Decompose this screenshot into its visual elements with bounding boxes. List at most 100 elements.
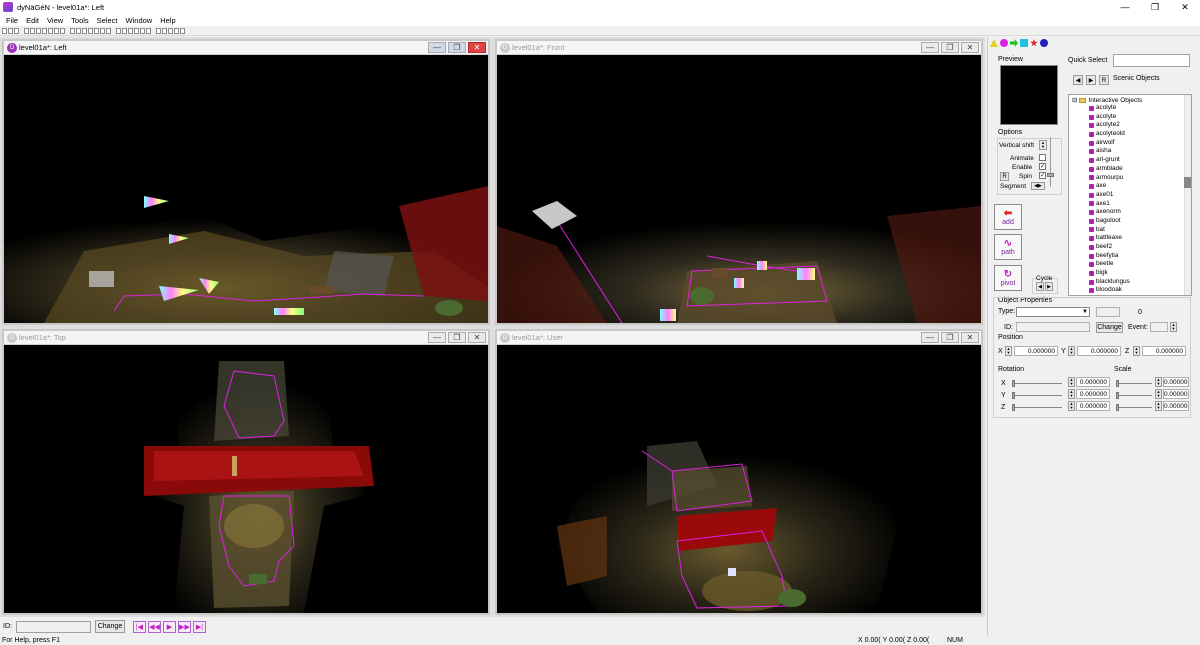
cycle-next-icon[interactable]: ▶	[1045, 282, 1053, 291]
id-field[interactable]	[15, 620, 91, 633]
close-icon[interactable]: ✕	[468, 332, 486, 343]
wireframe-icon[interactable]	[140, 27, 145, 34]
scale-y-field[interactable]: 0.00000	[1163, 389, 1189, 399]
zoom-in-icon[interactable]	[156, 27, 161, 34]
viewport-user[interactable]: D level01a*: User — ❐ ✕	[495, 329, 983, 615]
reset-button[interactable]: R	[1099, 75, 1109, 85]
camera-icon[interactable]	[94, 27, 99, 34]
close-icon[interactable]: ✕	[1170, 0, 1200, 14]
zoom-out-icon[interactable]	[162, 27, 167, 34]
pan-icon[interactable]	[168, 27, 173, 34]
view-left-icon[interactable]	[116, 27, 121, 34]
pivot-button[interactable]: ↻ pivot	[994, 265, 1022, 291]
scene-render-left[interactable]	[4, 56, 488, 323]
tree-item[interactable]: axe1	[1069, 200, 1191, 209]
menu-file[interactable]: File	[2, 16, 22, 25]
tree-item[interactable]: armblade	[1069, 165, 1191, 174]
position-x-field[interactable]: 0.000000	[1014, 346, 1058, 356]
viewport-top-titlebar[interactable]: D level01a*: Top — ❐ ✕	[4, 331, 488, 345]
position-y-spinner[interactable]: ▲ ▼	[1068, 346, 1075, 356]
move-icon[interactable]	[76, 27, 81, 34]
tree-scroll-thumb[interactable]	[1184, 177, 1191, 188]
rotation-y-field[interactable]: 0.000000	[1076, 389, 1110, 399]
textured-icon[interactable]	[146, 27, 151, 34]
tree-item[interactable]: beetle	[1069, 260, 1191, 269]
menu-tools[interactable]: Tools	[67, 16, 93, 25]
position-y-field[interactable]: 0.000000	[1077, 346, 1121, 356]
animate-checkbox[interactable]	[1039, 154, 1046, 161]
circle-icon[interactable]	[1000, 39, 1008, 47]
scenic-objects-label[interactable]: Scenic Objects	[1113, 75, 1160, 82]
close-icon[interactable]: ✕	[961, 332, 979, 343]
star-icon[interactable]	[1030, 39, 1038, 47]
rotation-z-slider[interactable]	[1012, 404, 1062, 411]
scale-y-slider[interactable]	[1116, 392, 1152, 399]
triangle-icon[interactable]	[990, 39, 998, 47]
enable-checkbox[interactable]: ✓	[1039, 163, 1046, 170]
rotation-y-spinner[interactable]: ▲ ▼	[1068, 389, 1075, 399]
rotation-z-spinner[interactable]: ▲ ▼	[1068, 401, 1075, 411]
tree-item[interactable]: arl-grunt	[1069, 156, 1191, 165]
redo-icon[interactable]	[54, 27, 59, 34]
tree-item[interactable]: blacklungus	[1069, 278, 1191, 287]
close-icon[interactable]: ✕	[468, 42, 486, 53]
paste-icon[interactable]	[36, 27, 41, 34]
change-button[interactable]: Change	[94, 620, 125, 633]
tree-item[interactable]: bat	[1069, 226, 1191, 235]
scale-z-spinner[interactable]: ▲ ▼	[1155, 401, 1162, 411]
arrow-icon[interactable]	[1010, 39, 1018, 47]
fit-icon[interactable]	[174, 27, 179, 34]
scale-y-spinner[interactable]: ▲ ▼	[1155, 389, 1162, 399]
vertical-shift-thumb[interactable]	[1047, 173, 1054, 177]
delete-icon[interactable]	[42, 27, 47, 34]
tree-item[interactable]: bigk	[1069, 269, 1191, 278]
tree-item[interactable]: bagoloot	[1069, 217, 1191, 226]
print-icon[interactable]	[60, 27, 65, 34]
tree-item[interactable]: acolyte	[1069, 113, 1191, 122]
type-select[interactable]: ▼	[1016, 307, 1090, 317]
scale-z-slider[interactable]	[1116, 404, 1152, 411]
scale-icon[interactable]	[88, 27, 93, 34]
view-front-icon[interactable]	[122, 27, 127, 34]
save-icon[interactable]	[14, 27, 19, 34]
vertical-shift-spinner[interactable]: ▲ ▼	[1039, 140, 1047, 150]
viewport-front-titlebar[interactable]: D level01a*: Front — ❐ ✕	[497, 41, 981, 55]
tree-item[interactable]: bloodoak	[1069, 286, 1191, 295]
scene-render-top[interactable]	[4, 346, 488, 613]
minimize-icon[interactable]: —	[1110, 0, 1140, 14]
tree-item[interactable]: beefytia	[1069, 252, 1191, 261]
menu-window[interactable]: Window	[122, 16, 157, 25]
maximize-icon[interactable]: ❐	[1140, 0, 1170, 14]
tree-root[interactable]: ⊟ Interactive Objects	[1069, 95, 1191, 105]
step-forward-icon[interactable]: ▶▶	[177, 620, 191, 633]
new-icon[interactable]	[2, 27, 7, 34]
tree-item[interactable]: airwolf	[1069, 139, 1191, 148]
viewport-left[interactable]: D level01a*: Left — ❐ ✕	[2, 39, 490, 325]
object-tree[interactable]: ⊟ Interactive Objects acolyte acolyte acol…	[1068, 94, 1192, 296]
position-z-field[interactable]: 0.000000	[1142, 346, 1186, 356]
go-start-icon[interactable]: |◀	[132, 620, 146, 633]
select-icon[interactable]	[70, 27, 75, 34]
square-icon[interactable]	[1020, 39, 1028, 47]
tree-item[interactable]: aisha	[1069, 147, 1191, 156]
position-z-spinner[interactable]: ▲ ▼	[1133, 346, 1140, 356]
segment-stepper[interactable]: ◀▶	[1031, 182, 1045, 190]
rotation-x-spinner[interactable]: ▲ ▼	[1068, 377, 1075, 387]
scene-render-user[interactable]	[497, 346, 981, 613]
rotation-y-slider[interactable]	[1012, 392, 1062, 399]
prev-arrow-icon[interactable]: ◀	[1073, 75, 1083, 85]
menu-select[interactable]: Select	[93, 16, 122, 25]
spin-checkbox[interactable]: ✓	[1039, 172, 1046, 179]
vertical-shift-track[interactable]	[1050, 137, 1051, 187]
path-button[interactable]: ∿ path	[994, 234, 1022, 260]
position-x-spinner[interactable]: ▲ ▼	[1005, 346, 1012, 356]
go-end-icon[interactable]: ▶|	[192, 620, 206, 633]
view-user-icon[interactable]	[134, 27, 139, 34]
scene-render-front[interactable]	[497, 56, 981, 323]
grid-icon[interactable]	[106, 27, 111, 34]
maximize-icon[interactable]: ❐	[448, 332, 466, 343]
open-icon[interactable]	[8, 27, 13, 34]
copy-icon[interactable]	[30, 27, 35, 34]
tree-item[interactable]: axe01	[1069, 191, 1191, 200]
tree-item[interactable]: axe	[1069, 182, 1191, 191]
